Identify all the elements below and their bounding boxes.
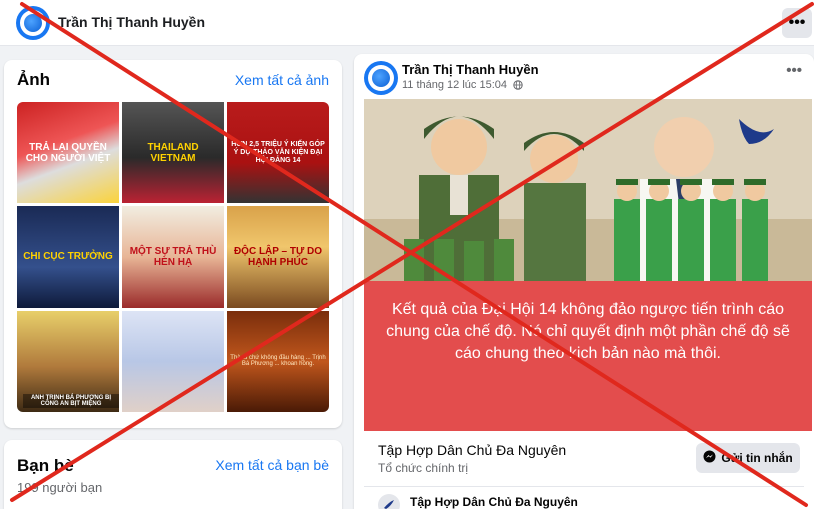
send-message-button[interactable]: Gửi tin nhắn <box>696 443 800 473</box>
photo-tile[interactable]: TRẢ LẠI QUYỀN CHO NGƯỜI VIỆT <box>17 102 119 204</box>
photo-caption: HƠN 2,5 TRIỆU Ý KIẾN GÓP Ý DỰ THẢO VĂN K… <box>231 141 325 164</box>
shared-page-category: Tổ chức chính trị <box>378 461 469 475</box>
photo-caption: MỘT SỰ TRẢ THÙ HÈN HẠ <box>129 245 217 268</box>
photo-caption: CHI CỤC TRƯỞNG <box>23 251 113 263</box>
globe-icon <box>513 80 523 93</box>
post-author-name[interactable]: Trần Thị Thanh Huyền <box>402 62 539 77</box>
post-banner-image[interactable]: Kết quả của Đại Hội 14 không đảo ngược t… <box>364 99 812 431</box>
photo-caption: THAILAND VIETNAM <box>147 141 199 164</box>
photo-caption: Thà tù chứ không đầu hàng ... Trịnh Bá P… <box>230 354 326 368</box>
photo-tile[interactable]: Thà tù chứ không đầu hàng ... Trịnh Bá P… <box>227 310 329 412</box>
shared-page-title[interactable]: Tập Hợp Dân Chủ Đa Nguyên <box>410 495 578 509</box>
photo-tile[interactable]: HƠN 2,5 TRIỆU Ý KIẾN GÓP Ý DỰ THẢO VĂN K… <box>227 102 329 204</box>
cartoon-illustration <box>364 99 812 281</box>
photo-tile[interactable]: ANH TRỊNH BÁ PHƯƠNG BỊ CÔNG AN BỊT MIỆNG <box>17 310 119 412</box>
photo-tile[interactable]: THAILAND VIETNAM <box>122 102 224 204</box>
messenger-icon <box>703 450 716 466</box>
post-card: Trần Thị Thanh Huyền 11 tháng 12 lúc 15:… <box>354 54 814 509</box>
see-all-friends-link[interactable]: Xem tất cả bạn bè <box>215 457 329 473</box>
post-more-options-button[interactable]: ••• <box>786 62 802 79</box>
photos-card: Ảnh Xem tất cả ảnh TRẢ LẠI QUYỀN CHO NGƯ… <box>4 60 342 428</box>
post-meta: 11 tháng 12 lúc 15:04 <box>402 79 523 93</box>
shared-page-name[interactable]: Tập Hợp Dân Chủ Đa Nguyên <box>378 442 566 458</box>
photo-tile[interactable]: ĐỘC LẬP – TỰ DO HẠNH PHÚC <box>227 206 329 308</box>
photo-tag: ANH TRỊNH BÁ PHƯƠNG BỊ CÔNG AN BỊT MIỆNG <box>23 394 119 408</box>
photo-caption: TRẢ LẠI QUYỀN CHO NGƯỜI VIỆT <box>25 141 111 164</box>
photos-title: Ảnh <box>17 70 51 89</box>
see-all-photos-link[interactable]: Xem tất cả ảnh <box>235 72 329 88</box>
send-message-label: Gửi tin nhắn <box>721 451 793 465</box>
post-timestamp[interactable]: 11 tháng 12 lúc 15:04 <box>402 79 507 91</box>
shared-page-avatar[interactable] <box>378 494 400 509</box>
post-author-avatar[interactable] <box>364 61 398 95</box>
profile-avatar[interactable] <box>16 6 50 40</box>
photos-grid: TRẢ LẠI QUYỀN CHO NGƯỜI VIỆT THAILAND VI… <box>17 102 329 412</box>
profile-name[interactable]: Trần Thị Thanh Huyền <box>58 14 205 30</box>
photo-tile[interactable]: MỘT SỰ TRẢ THÙ HÈN HẠ <box>122 206 224 308</box>
friends-title: Bạn bè <box>17 456 74 475</box>
photo-caption: ĐỘC LẬP – TỰ DO HẠNH PHÚC <box>233 245 323 268</box>
friends-card: Bạn bè Xem tất cả bạn bè 199 người bạn <box>4 440 342 509</box>
soldiers-illustration <box>364 99 812 281</box>
friends-count: 199 người bạn <box>17 480 103 495</box>
more-options-button[interactable]: ••• <box>782 8 812 38</box>
photo-tile[interactable]: CHI CỤC TRƯỞNG <box>17 206 119 308</box>
divider <box>364 486 804 487</box>
profile-header: Trần Thị Thanh Huyền ••• <box>0 0 814 46</box>
photo-tile[interactable] <box>122 310 224 412</box>
banner-caption: Kết quả của Đại Hội 14 không đảo ngược t… <box>386 301 790 362</box>
